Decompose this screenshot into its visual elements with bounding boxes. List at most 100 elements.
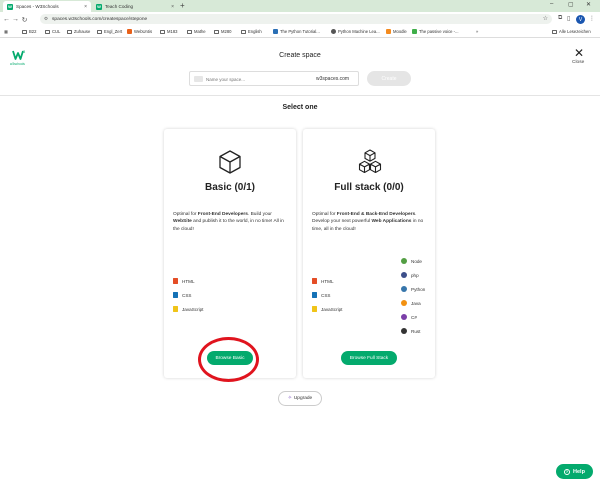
bookmarks-bar: ▦ B22 CUL Zuhause Engl_Zert WebUntis M18… [0,27,600,38]
browser-tab-bar: W Spaces - W3Schools × W Teach Coding × … [0,0,600,12]
upgrade-icon: ✧ [287,396,292,401]
bookmark-item[interactable]: M280 [214,29,231,34]
cube-icon [219,150,241,174]
folder-icon [241,29,246,34]
bookmark-item[interactable]: M183 [160,29,177,34]
header-divider [0,95,600,96]
space-name-field: w3spaces.com [189,71,359,86]
upgrade-label: Upgrade [293,396,313,401]
help-label: Help [573,468,585,475]
language-item: HTML [173,278,195,284]
new-tab-icon[interactable]: + [180,1,185,10]
extensions-icon[interactable]: ⧉ [558,15,562,22]
java-icon [401,300,407,306]
bookmark-item[interactable]: The passive voice -... [412,29,459,34]
basic-plan-description: Optimal for Front-End Developers. Build … [173,212,284,232]
language-item: JavaScript [173,306,203,312]
help-button[interactable]: ? Help [556,464,593,479]
bookmark-item[interactable]: Python Machine Lea... [331,29,380,34]
page-title: Create space [279,52,321,59]
bookmark-item[interactable]: CUL [45,29,60,34]
tab-teach-coding[interactable]: W Teach Coding × [92,1,178,12]
close-tab-icon[interactable]: × [84,4,87,10]
space-name-input[interactable] [206,74,306,84]
bookmark-apps-icon[interactable]: ▦ [4,29,8,34]
forward-icon[interactable]: → [11,16,20,23]
w3schools-favicon-icon: W [7,3,13,10]
folder-icon [214,29,219,34]
all-bookmarks[interactable]: Alle Lesezeichen [552,29,591,34]
close-icon[interactable]: ✕ [574,46,584,60]
w3schools-favicon-icon: W [96,3,102,10]
python-icon [273,29,278,34]
browse-basic-button[interactable]: Browse Basic [207,351,253,365]
fullstack-plan-description: Optimal for Front-End & Back-End Develop… [312,212,424,232]
folder-icon [552,29,557,34]
profile-avatar[interactable]: V [576,15,585,24]
url-text: spaces.w3schools.com/createspace/stepone [52,16,148,22]
bookmark-item[interactable]: WebUntis [127,29,152,34]
window-close-icon[interactable]: ✕ [586,1,591,8]
url-field[interactable]: ⚙ spaces.w3schools.com/createspace/stepo… [40,14,552,24]
upgrade-button[interactable]: ✧ Upgrade [278,391,322,406]
nodejs-icon [401,258,407,264]
close-tab-icon[interactable]: × [171,4,174,10]
maximize-icon[interactable]: ▢ [568,1,574,8]
fullstack-plan-card[interactable]: Full stack (0/0) Optimal for Front-End &… [303,129,435,378]
folder-icon [97,29,102,34]
php-icon [401,272,407,278]
space-thumbnail-icon [194,76,203,82]
csharp-icon [401,314,407,320]
bookmark-item[interactable]: Mathe [187,29,206,34]
bookmark-item[interactable]: Engl_Zert [97,29,122,34]
basic-plan-card[interactable]: Basic (0/1) Optimal for Front-End Develo… [164,129,296,378]
css3-icon [312,292,317,298]
help-icon: ? [564,468,571,475]
backend-item: Node [401,258,422,264]
language-item: CSS [312,292,330,298]
bookmark-item[interactable]: Zuhause [67,29,90,34]
logo-subtext: w3schools [10,62,25,66]
reload-icon[interactable]: ↻ [20,16,29,24]
bookmark-item[interactable]: The Python Tutorial... [273,29,320,34]
moodle-icon [386,29,391,34]
browser-menu-icon[interactable]: ⋮ [589,15,595,22]
backend-item: Python [401,286,425,292]
passive-voice-icon [412,29,417,34]
fullstack-plan-title: Full stack (0/0) [334,182,404,193]
language-item: HTML [312,278,334,284]
folder-icon [187,29,192,34]
back-icon[interactable]: ← [2,16,11,23]
backend-item: Rust [401,328,420,334]
site-info-icon[interactable]: ⚙ [44,16,48,22]
backend-item: php [401,272,419,278]
folder-icon [45,29,50,34]
bookmark-item[interactable]: Moodle [386,29,407,34]
python-icon [401,286,407,292]
bookmark-star-icon[interactable]: ☆ [543,15,548,22]
folder-icon [160,29,165,34]
css3-icon [173,292,178,298]
minimize-icon[interactable]: – [550,1,553,7]
javascript-icon [173,306,178,312]
language-item: JavaScript [312,306,342,312]
language-item: CSS [173,292,191,298]
domain-suffix: w3spaces.com [316,76,350,82]
close-label[interactable]: Close [572,60,584,65]
browse-fullstack-button[interactable]: Browse Full Stack [341,351,397,365]
bookmark-item[interactable]: B22 [22,29,36,34]
backend-item: C# [401,314,417,320]
html5-icon [312,278,317,284]
tab-spaces[interactable]: W Spaces - W3Schools × [3,1,91,12]
folder-icon [67,29,72,34]
tab-title: Teach Coding [105,4,134,9]
javascript-icon [312,306,317,312]
rust-icon [401,328,407,334]
sidepanel-icon[interactable]: ▯ [567,15,570,22]
address-bar-row: ← → ↻ ⚙ spaces.w3schools.com/createspace… [0,12,600,27]
create-button[interactable]: Create [367,71,411,86]
bookmark-item[interactable]: English [241,29,262,34]
stacked-cubes-icon [358,149,382,174]
tab-title: Spaces - W3Schools [16,4,59,9]
bookmark-more-icon[interactable]: » [476,29,478,34]
